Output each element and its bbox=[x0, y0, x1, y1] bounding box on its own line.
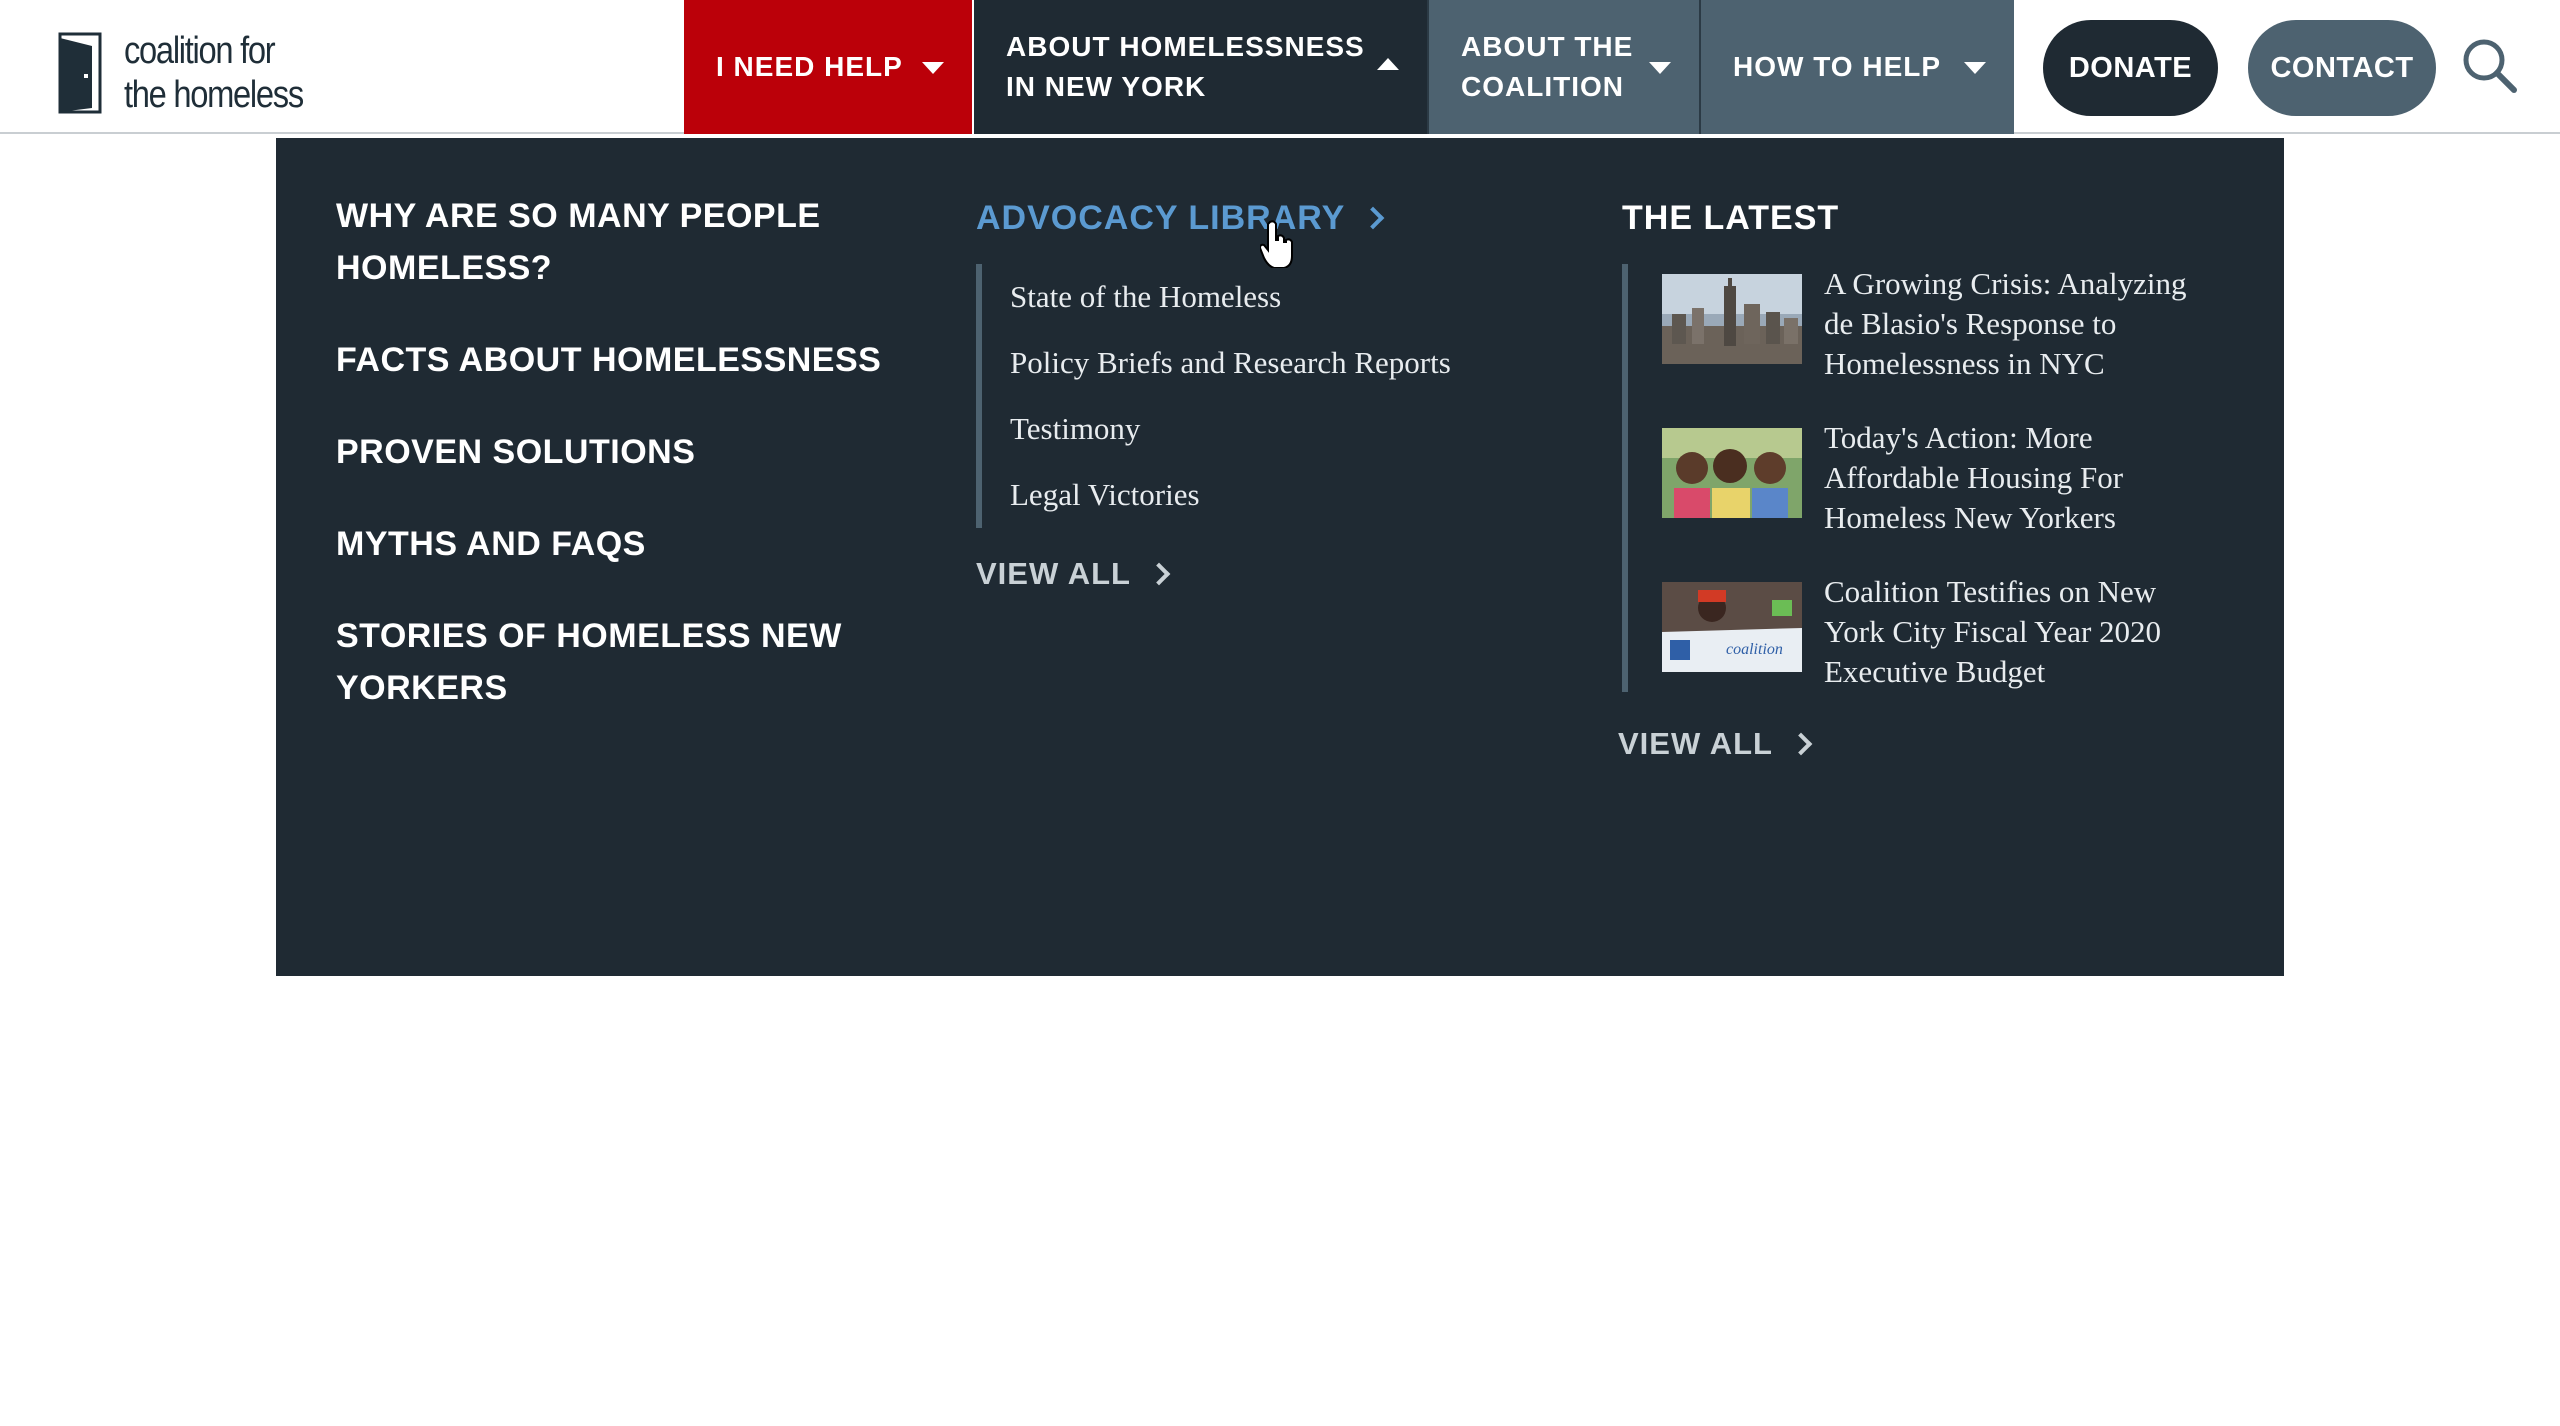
news-item[interactable]: coalition Coalition Testifies on New Yor… bbox=[1662, 572, 2222, 692]
caret-down-icon bbox=[922, 62, 944, 74]
contact-button[interactable]: CONTACT bbox=[2248, 20, 2436, 116]
nav-tab-i-need-help[interactable]: I NEED HELP bbox=[684, 0, 972, 134]
donate-button[interactable]: DONATE bbox=[2043, 20, 2218, 116]
door-logo-icon bbox=[58, 32, 102, 114]
view-all-label: VIEW ALL bbox=[1618, 726, 1773, 761]
latest-view-all-link[interactable]: VIEW ALL bbox=[1618, 726, 2222, 762]
site-logo[interactable]: coalition for the homeless bbox=[58, 30, 332, 116]
nav-tab-label-line-1: ABOUT THE bbox=[1461, 31, 1634, 62]
city-skyline-image bbox=[1662, 274, 1802, 364]
nav-tab-how-to-help[interactable]: HOW TO HELP bbox=[1699, 0, 2014, 134]
menu-link-proven-solutions[interactable]: PROVEN SOLUTIONS bbox=[336, 426, 896, 478]
chevron-right-icon bbox=[1147, 562, 1171, 586]
advocacy-view-all-link[interactable]: VIEW ALL bbox=[976, 556, 1496, 592]
news-title: Coalition Testifies on New York City Fis… bbox=[1824, 574, 2162, 689]
advocacy-item-testimony[interactable]: Testimony bbox=[1010, 396, 1496, 462]
advocacy-library-link[interactable]: ADVOCACY LIBRARY bbox=[976, 194, 1496, 242]
news-title: A Growing Crisis: Analyzing de Blasio's … bbox=[1824, 266, 2187, 381]
logo-wordmark: coalition for the homeless bbox=[124, 29, 304, 117]
logo-line-1: coalition for bbox=[124, 30, 276, 72]
sign-text: coalition bbox=[1726, 641, 1783, 658]
topic-links: WHY ARE SO MANY PEOPLE HOMELESS? FACTS A… bbox=[336, 190, 896, 754]
menu-link-why-homeless[interactable]: WHY ARE SO MANY PEOPLE HOMELESS? bbox=[336, 190, 896, 294]
latest-news-list: A Growing Crisis: Analyzing de Blasio's … bbox=[1622, 264, 2222, 692]
advocacy-item-state-of-homeless[interactable]: State of the Homeless bbox=[1010, 264, 1496, 330]
the-latest-heading: THE LATEST bbox=[1622, 199, 1840, 237]
menu-link-facts[interactable]: FACTS ABOUT HOMELESSNESS bbox=[336, 334, 896, 386]
nav-tab-label-line-2: COALITION bbox=[1461, 71, 1624, 102]
chevron-right-icon bbox=[1361, 206, 1385, 230]
nav-tab-about-coalition[interactable]: ABOUT THE COALITION bbox=[1427, 0, 1699, 134]
caret-up-icon bbox=[1377, 58, 1399, 70]
site-header: coalition for the homeless I NEED HELP A… bbox=[0, 0, 2560, 134]
nav-tab-label: I NEED HELP bbox=[716, 51, 903, 82]
the-latest-column: THE LATEST A Growing Crisis: Analyzing d… bbox=[1618, 194, 2222, 762]
news-item[interactable]: Today's Action: More Affordable Housing … bbox=[1662, 418, 2222, 538]
menu-link-stories[interactable]: STORIES OF HOMELESS NEW YORKERS bbox=[336, 610, 896, 714]
search-icon[interactable] bbox=[2460, 36, 2520, 96]
hand-cursor-icon bbox=[1260, 220, 1293, 268]
children-photo bbox=[1662, 428, 1802, 518]
news-item[interactable]: A Growing Crisis: Analyzing de Blasio's … bbox=[1662, 264, 2222, 384]
nav-tab-label: HOW TO HELP bbox=[1733, 51, 1942, 82]
advocacy-sublist: State of the Homeless Policy Briefs and … bbox=[976, 264, 1496, 528]
rally-sign-photo: coalition bbox=[1662, 582, 1802, 672]
nav-tab-about-homelessness[interactable]: ABOUT HOMELESSNESS IN NEW YORK bbox=[972, 0, 1427, 134]
advocacy-library-column: ADVOCACY LIBRARY State of the Homeless P… bbox=[976, 194, 1496, 592]
nav-tab-label-line-2: IN NEW YORK bbox=[1006, 71, 1207, 102]
caret-down-icon bbox=[1964, 62, 1986, 74]
caret-down-icon bbox=[1649, 62, 1671, 74]
news-title: Today's Action: More Affordable Housing … bbox=[1824, 420, 2124, 535]
advocacy-item-policy-briefs[interactable]: Policy Briefs and Research Reports bbox=[1010, 330, 1496, 396]
menu-link-myths-faqs[interactable]: MYTHS AND FAQS bbox=[336, 518, 896, 570]
advocacy-item-legal-victories[interactable]: Legal Victories bbox=[1010, 462, 1496, 528]
chevron-right-icon bbox=[1789, 732, 1813, 756]
nav-tab-label-line-1: ABOUT HOMELESSNESS bbox=[1006, 31, 1365, 62]
view-all-label: VIEW ALL bbox=[976, 556, 1131, 591]
logo-line-2: the homeless bbox=[124, 74, 304, 116]
